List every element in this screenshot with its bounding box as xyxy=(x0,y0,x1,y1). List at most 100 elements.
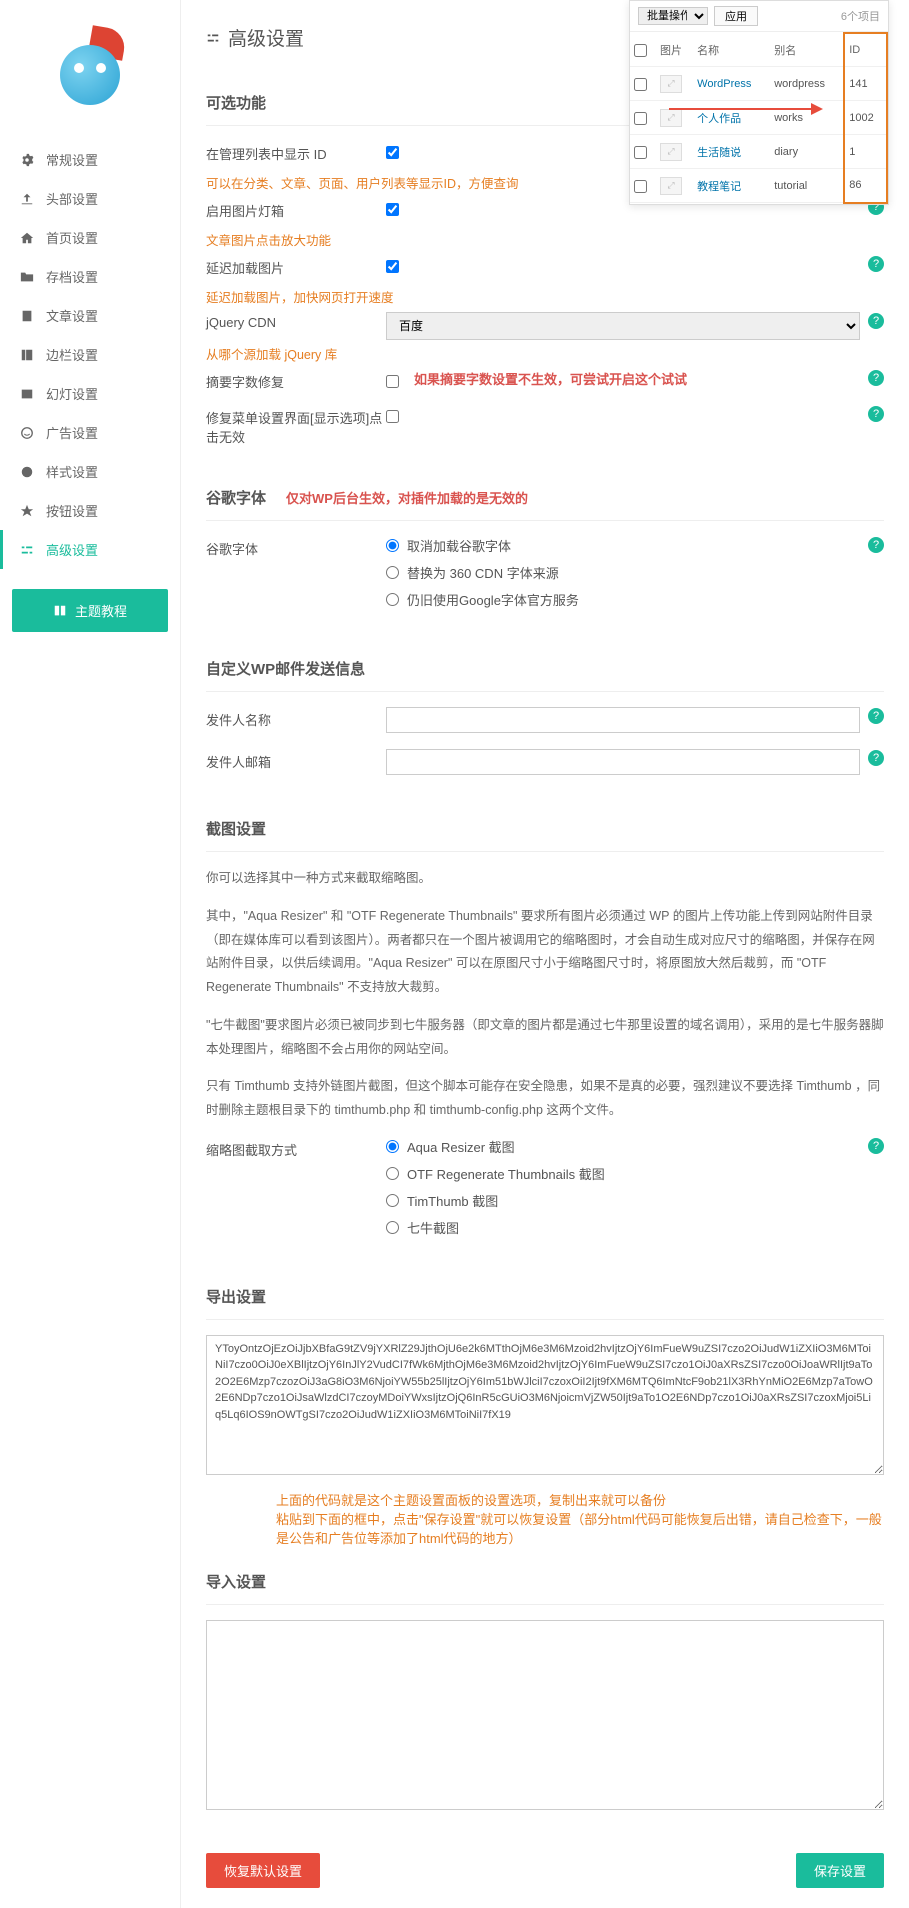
radio-aqua[interactable] xyxy=(386,1140,399,1153)
radio-gfont-off[interactable] xyxy=(386,539,399,552)
nav-label: 广告设置 xyxy=(46,423,98,442)
label-thumb-mode: 缩略图截取方式 xyxy=(206,1137,386,1159)
folder-icon xyxy=(20,270,36,284)
label-show-id: 在管理列表中显示 ID xyxy=(206,141,386,163)
checkbox-excerpt[interactable] xyxy=(386,375,399,388)
radio-label: TimThumb 截图 xyxy=(407,1191,498,1210)
section-export: 导出设置 xyxy=(206,1274,884,1320)
radio-timthumb[interactable] xyxy=(386,1194,399,1207)
select-jquery-cdn[interactable]: 百度 xyxy=(386,312,860,340)
upload-icon xyxy=(20,192,36,206)
row-name[interactable]: 生活随说 xyxy=(697,147,741,159)
label-sender-name: 发件人名称 xyxy=(206,707,386,729)
nav-header[interactable]: 头部设置 xyxy=(0,179,180,218)
radio-label: 仍旧使用Google字体官方服务 xyxy=(407,590,579,609)
checkbox-menu-fix[interactable] xyxy=(386,410,399,423)
apply-button[interactable]: 应用 xyxy=(714,6,758,26)
select-all-checkbox[interactable] xyxy=(634,44,647,57)
item-count: 6个项目 xyxy=(841,8,880,24)
row-checkbox[interactable] xyxy=(634,78,647,91)
main-content: 高级设置 保存设置 批量操作 应用 6个项目 图片 名称 别名 ID ⤢Word… xyxy=(180,0,909,1908)
nav-label: 首页设置 xyxy=(46,228,98,247)
hint-lazyload: 延迟加载图片，加快网页打开速度 xyxy=(206,287,884,306)
help-icon[interactable]: ? xyxy=(868,750,884,766)
gear-icon xyxy=(20,153,36,167)
smile-icon xyxy=(20,426,36,440)
radio-qiniu[interactable] xyxy=(386,1221,399,1234)
star-icon xyxy=(20,504,36,518)
tutorial-label: 主题教程 xyxy=(75,601,127,620)
checkbox-show-id[interactable] xyxy=(386,146,399,159)
row-name[interactable]: WordPress xyxy=(697,78,751,90)
nav-label: 文章设置 xyxy=(46,306,98,325)
help-icon[interactable]: ? xyxy=(868,370,884,386)
sliders-icon xyxy=(20,543,36,557)
row-id: 141 xyxy=(844,67,887,101)
row-checkbox[interactable] xyxy=(634,112,647,125)
tutorial-button[interactable]: 主题教程 xyxy=(12,589,168,632)
radio-label: 替换为 360 CDN 字体来源 xyxy=(407,563,559,582)
row-name[interactable]: 个人作品 xyxy=(697,113,741,125)
section-thumb: 截图设置 xyxy=(206,806,884,852)
nav-label: 存档设置 xyxy=(46,267,98,286)
row-id: 1 xyxy=(844,135,887,169)
sidebar: 常规设置 头部设置 首页设置 存档设置 文章设置 边栏设置 幻灯设置 广告设置 … xyxy=(0,0,180,1908)
help-icon[interactable]: ? xyxy=(868,708,884,724)
input-sender-email[interactable] xyxy=(386,749,860,775)
row-name[interactable]: 教程笔记 xyxy=(697,181,741,193)
document-icon xyxy=(20,309,36,323)
nav-slider[interactable]: 幻灯设置 xyxy=(0,374,180,413)
label-menu-fix: 修复菜单设置界面[显示选项]点击无效 xyxy=(206,405,386,446)
nav-archive[interactable]: 存档设置 xyxy=(0,257,180,296)
arrow-annotation xyxy=(669,108,819,110)
nav-home[interactable]: 首页设置 xyxy=(0,218,180,257)
help-icon[interactable]: ? xyxy=(868,406,884,422)
nav-ads[interactable]: 广告设置 xyxy=(0,413,180,452)
input-sender-name[interactable] xyxy=(386,707,860,733)
textarea-export[interactable] xyxy=(206,1335,884,1475)
import-hint: 上面的代码就是这个主题设置面板的设置选项，复制出来就可以备份 粘贴到下面的框中，… xyxy=(206,1478,884,1559)
nav-advanced[interactable]: 高级设置 xyxy=(0,530,180,569)
help-icon[interactable]: ? xyxy=(868,256,884,272)
thumb-desc-1: 你可以选择其中一种方式来截取缩略图。 xyxy=(206,867,884,891)
checkbox-lightbox[interactable] xyxy=(386,203,399,216)
section-import: 导入设置 xyxy=(206,1559,884,1605)
checkbox-lazyload[interactable] xyxy=(386,260,399,273)
reset-button[interactable]: 恢复默认设置 xyxy=(206,1853,320,1888)
batch-select[interactable]: 批量操作 xyxy=(638,7,708,25)
palette-icon xyxy=(20,465,36,479)
help-icon[interactable]: ? xyxy=(868,313,884,329)
col-name: 名称 xyxy=(693,33,770,67)
book-icon xyxy=(53,604,67,618)
hint-lightbox: 文章图片点击放大功能 xyxy=(206,230,884,249)
columns-icon xyxy=(20,348,36,362)
label-lazyload: 延迟加载图片 xyxy=(206,255,386,277)
thumb-desc-2: 其中，"Aqua Resizer" 和 "OTF Regenerate Thum… xyxy=(206,905,884,1000)
row-alias: diary xyxy=(770,135,844,169)
section-gfonts: 谷歌字体仅对WP后台生效，对插件加载的是无效的 xyxy=(206,475,884,521)
note-excerpt: 如果摘要字数设置不生效，可尝试开启这个试试 xyxy=(414,369,687,388)
nav-label: 常规设置 xyxy=(46,150,98,169)
nav-style[interactable]: 样式设置 xyxy=(0,452,180,491)
row-checkbox[interactable] xyxy=(634,146,647,159)
save-button-bottom[interactable]: 保存设置 xyxy=(796,1853,884,1888)
nav-general[interactable]: 常规设置 xyxy=(0,140,180,179)
nav-button[interactable]: 按钮设置 xyxy=(0,491,180,530)
nav-sidebar[interactable]: 边栏设置 xyxy=(0,335,180,374)
nav-post[interactable]: 文章设置 xyxy=(0,296,180,335)
label-sender-email: 发件人邮箱 xyxy=(206,749,386,771)
help-icon[interactable]: ? xyxy=(868,537,884,553)
radio-gfont-360[interactable] xyxy=(386,566,399,579)
row-checkbox[interactable] xyxy=(634,180,647,193)
radio-otf[interactable] xyxy=(386,1167,399,1180)
label-excerpt: 摘要字数修复 xyxy=(206,369,386,391)
help-icon[interactable]: ? xyxy=(868,1138,884,1154)
radio-label: 七牛截图 xyxy=(407,1218,459,1237)
nav-label: 按钮设置 xyxy=(46,501,98,520)
row-alias: wordpress xyxy=(770,67,844,101)
row-alias: works xyxy=(770,101,844,135)
nav-label: 样式设置 xyxy=(46,462,98,481)
home-icon xyxy=(20,231,36,245)
radio-gfont-google[interactable] xyxy=(386,593,399,606)
nav-label: 头部设置 xyxy=(46,189,98,208)
